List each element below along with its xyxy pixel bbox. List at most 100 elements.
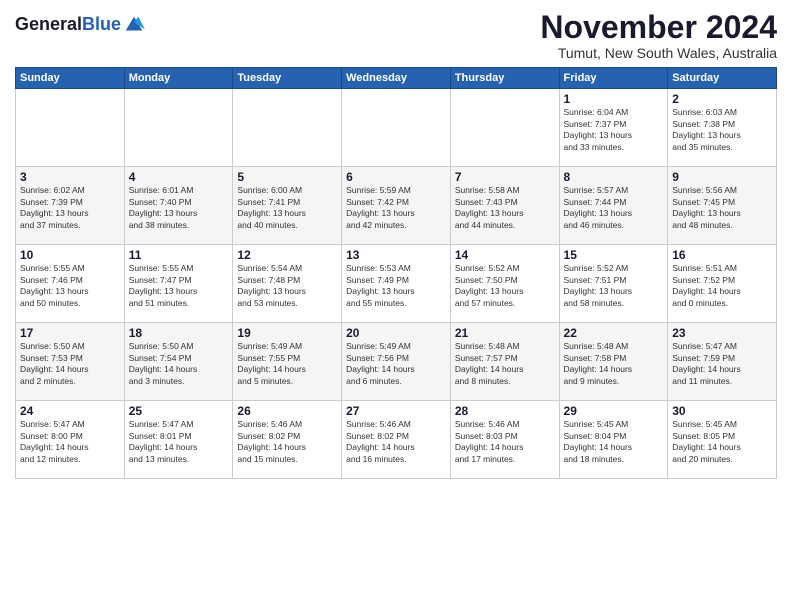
day-number: 5 bbox=[237, 170, 337, 184]
calendar-cell: 24Sunrise: 5:47 AM Sunset: 8:00 PM Dayli… bbox=[16, 401, 125, 479]
logo: GeneralBlue bbox=[15, 14, 145, 36]
day-detail: Sunrise: 6:01 AM Sunset: 7:40 PM Dayligh… bbox=[129, 185, 229, 231]
day-number: 15 bbox=[564, 248, 664, 262]
month-title: November 2024 bbox=[540, 10, 777, 45]
logo-icon bbox=[123, 14, 145, 36]
day-number: 27 bbox=[346, 404, 446, 418]
calendar-cell: 9Sunrise: 5:56 AM Sunset: 7:45 PM Daylig… bbox=[668, 167, 777, 245]
day-number: 10 bbox=[20, 248, 120, 262]
calendar-cell: 17Sunrise: 5:50 AM Sunset: 7:53 PM Dayli… bbox=[16, 323, 125, 401]
day-detail: Sunrise: 5:55 AM Sunset: 7:47 PM Dayligh… bbox=[129, 263, 229, 309]
day-number: 20 bbox=[346, 326, 446, 340]
calendar-cell: 2Sunrise: 6:03 AM Sunset: 7:38 PM Daylig… bbox=[668, 89, 777, 167]
day-number: 21 bbox=[455, 326, 555, 340]
day-detail: Sunrise: 5:50 AM Sunset: 7:54 PM Dayligh… bbox=[129, 341, 229, 387]
day-detail: Sunrise: 5:54 AM Sunset: 7:48 PM Dayligh… bbox=[237, 263, 337, 309]
day-detail: Sunrise: 5:47 AM Sunset: 8:00 PM Dayligh… bbox=[20, 419, 120, 465]
day-detail: Sunrise: 5:45 AM Sunset: 8:04 PM Dayligh… bbox=[564, 419, 664, 465]
day-detail: Sunrise: 5:53 AM Sunset: 7:49 PM Dayligh… bbox=[346, 263, 446, 309]
day-number: 13 bbox=[346, 248, 446, 262]
calendar-cell bbox=[342, 89, 451, 167]
day-number: 17 bbox=[20, 326, 120, 340]
day-number: 24 bbox=[20, 404, 120, 418]
day-detail: Sunrise: 5:46 AM Sunset: 8:02 PM Dayligh… bbox=[237, 419, 337, 465]
day-number: 1 bbox=[564, 92, 664, 106]
day-detail: Sunrise: 5:48 AM Sunset: 7:57 PM Dayligh… bbox=[455, 341, 555, 387]
weekday-header: Wednesday bbox=[342, 68, 451, 89]
day-number: 6 bbox=[346, 170, 446, 184]
day-detail: Sunrise: 5:55 AM Sunset: 7:46 PM Dayligh… bbox=[20, 263, 120, 309]
calendar-cell: 26Sunrise: 5:46 AM Sunset: 8:02 PM Dayli… bbox=[233, 401, 342, 479]
calendar-cell: 7Sunrise: 5:58 AM Sunset: 7:43 PM Daylig… bbox=[450, 167, 559, 245]
day-detail: Sunrise: 5:58 AM Sunset: 7:43 PM Dayligh… bbox=[455, 185, 555, 231]
calendar-cell: 16Sunrise: 5:51 AM Sunset: 7:52 PM Dayli… bbox=[668, 245, 777, 323]
day-detail: Sunrise: 5:50 AM Sunset: 7:53 PM Dayligh… bbox=[20, 341, 120, 387]
calendar-cell: 22Sunrise: 5:48 AM Sunset: 7:58 PM Dayli… bbox=[559, 323, 668, 401]
day-detail: Sunrise: 6:00 AM Sunset: 7:41 PM Dayligh… bbox=[237, 185, 337, 231]
weekday-header: Thursday bbox=[450, 68, 559, 89]
calendar-cell: 25Sunrise: 5:47 AM Sunset: 8:01 PM Dayli… bbox=[124, 401, 233, 479]
title-block: November 2024 Tumut, New South Wales, Au… bbox=[540, 10, 777, 61]
location-subtitle: Tumut, New South Wales, Australia bbox=[540, 45, 777, 61]
day-detail: Sunrise: 5:49 AM Sunset: 7:56 PM Dayligh… bbox=[346, 341, 446, 387]
day-number: 12 bbox=[237, 248, 337, 262]
calendar-cell: 18Sunrise: 5:50 AM Sunset: 7:54 PM Dayli… bbox=[124, 323, 233, 401]
day-detail: Sunrise: 5:45 AM Sunset: 8:05 PM Dayligh… bbox=[672, 419, 772, 465]
day-number: 19 bbox=[237, 326, 337, 340]
day-detail: Sunrise: 5:57 AM Sunset: 7:44 PM Dayligh… bbox=[564, 185, 664, 231]
day-detail: Sunrise: 5:46 AM Sunset: 8:03 PM Dayligh… bbox=[455, 419, 555, 465]
day-detail: Sunrise: 5:49 AM Sunset: 7:55 PM Dayligh… bbox=[237, 341, 337, 387]
weekday-header: Monday bbox=[124, 68, 233, 89]
calendar-cell: 14Sunrise: 5:52 AM Sunset: 7:50 PM Dayli… bbox=[450, 245, 559, 323]
calendar-cell: 12Sunrise: 5:54 AM Sunset: 7:48 PM Dayli… bbox=[233, 245, 342, 323]
day-number: 30 bbox=[672, 404, 772, 418]
calendar-cell: 19Sunrise: 5:49 AM Sunset: 7:55 PM Dayli… bbox=[233, 323, 342, 401]
day-detail: Sunrise: 5:47 AM Sunset: 7:59 PM Dayligh… bbox=[672, 341, 772, 387]
calendar-cell bbox=[124, 89, 233, 167]
calendar-cell: 13Sunrise: 5:53 AM Sunset: 7:49 PM Dayli… bbox=[342, 245, 451, 323]
calendar-cell: 30Sunrise: 5:45 AM Sunset: 8:05 PM Dayli… bbox=[668, 401, 777, 479]
calendar-cell: 21Sunrise: 5:48 AM Sunset: 7:57 PM Dayli… bbox=[450, 323, 559, 401]
day-detail: Sunrise: 6:02 AM Sunset: 7:39 PM Dayligh… bbox=[20, 185, 120, 231]
day-detail: Sunrise: 5:48 AM Sunset: 7:58 PM Dayligh… bbox=[564, 341, 664, 387]
calendar-cell: 3Sunrise: 6:02 AM Sunset: 7:39 PM Daylig… bbox=[16, 167, 125, 245]
day-detail: Sunrise: 5:52 AM Sunset: 7:51 PM Dayligh… bbox=[564, 263, 664, 309]
calendar-cell bbox=[233, 89, 342, 167]
day-number: 29 bbox=[564, 404, 664, 418]
day-detail: Sunrise: 6:03 AM Sunset: 7:38 PM Dayligh… bbox=[672, 107, 772, 153]
day-detail: Sunrise: 5:52 AM Sunset: 7:50 PM Dayligh… bbox=[455, 263, 555, 309]
day-number: 4 bbox=[129, 170, 229, 184]
calendar-cell: 10Sunrise: 5:55 AM Sunset: 7:46 PM Dayli… bbox=[16, 245, 125, 323]
day-number: 26 bbox=[237, 404, 337, 418]
day-number: 7 bbox=[455, 170, 555, 184]
day-number: 9 bbox=[672, 170, 772, 184]
day-number: 16 bbox=[672, 248, 772, 262]
day-number: 11 bbox=[129, 248, 229, 262]
day-number: 23 bbox=[672, 326, 772, 340]
header: GeneralBlue November 2024 Tumut, New Sou… bbox=[15, 10, 777, 61]
calendar-cell: 1Sunrise: 6:04 AM Sunset: 7:37 PM Daylig… bbox=[559, 89, 668, 167]
day-detail: Sunrise: 5:59 AM Sunset: 7:42 PM Dayligh… bbox=[346, 185, 446, 231]
day-number: 18 bbox=[129, 326, 229, 340]
day-number: 22 bbox=[564, 326, 664, 340]
day-number: 2 bbox=[672, 92, 772, 106]
calendar-table: SundayMondayTuesdayWednesdayThursdayFrid… bbox=[15, 67, 777, 479]
calendar-cell: 23Sunrise: 5:47 AM Sunset: 7:59 PM Dayli… bbox=[668, 323, 777, 401]
day-number: 28 bbox=[455, 404, 555, 418]
weekday-header: Tuesday bbox=[233, 68, 342, 89]
day-detail: Sunrise: 5:51 AM Sunset: 7:52 PM Dayligh… bbox=[672, 263, 772, 309]
calendar-cell bbox=[16, 89, 125, 167]
calendar-cell: 27Sunrise: 5:46 AM Sunset: 8:02 PM Dayli… bbox=[342, 401, 451, 479]
logo-text: GeneralBlue bbox=[15, 15, 121, 35]
weekday-header: Sunday bbox=[16, 68, 125, 89]
day-number: 25 bbox=[129, 404, 229, 418]
day-detail: Sunrise: 6:04 AM Sunset: 7:37 PM Dayligh… bbox=[564, 107, 664, 153]
calendar-cell: 11Sunrise: 5:55 AM Sunset: 7:47 PM Dayli… bbox=[124, 245, 233, 323]
calendar-cell: 29Sunrise: 5:45 AM Sunset: 8:04 PM Dayli… bbox=[559, 401, 668, 479]
weekday-header: Friday bbox=[559, 68, 668, 89]
day-detail: Sunrise: 5:56 AM Sunset: 7:45 PM Dayligh… bbox=[672, 185, 772, 231]
calendar-cell: 28Sunrise: 5:46 AM Sunset: 8:03 PM Dayli… bbox=[450, 401, 559, 479]
calendar-cell: 8Sunrise: 5:57 AM Sunset: 7:44 PM Daylig… bbox=[559, 167, 668, 245]
day-detail: Sunrise: 5:47 AM Sunset: 8:01 PM Dayligh… bbox=[129, 419, 229, 465]
weekday-header: Saturday bbox=[668, 68, 777, 89]
